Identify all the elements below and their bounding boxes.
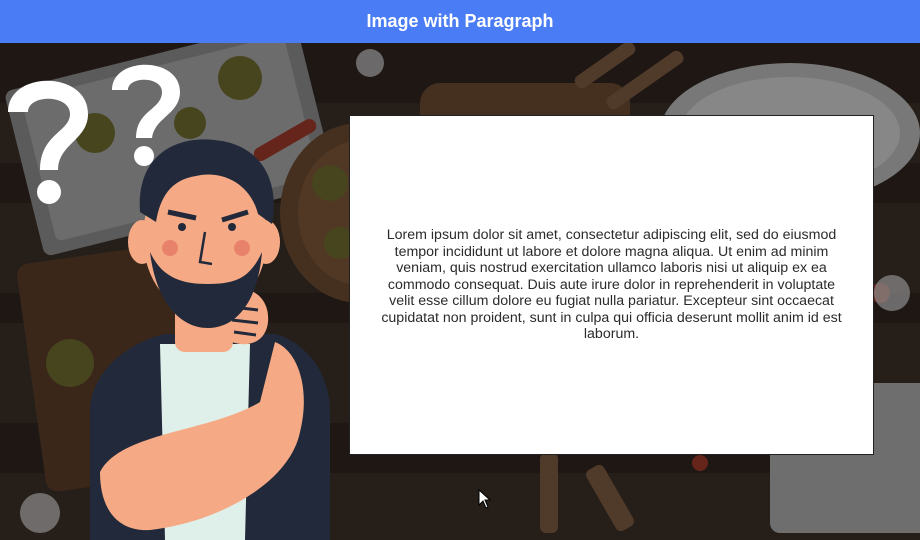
thinking-man-illustration bbox=[0, 52, 330, 540]
question-mark-icon bbox=[8, 80, 88, 204]
header-bar: Image with Paragraph bbox=[0, 0, 920, 43]
paragraph-card: Lorem ipsum dolor sit amet, consectetur … bbox=[349, 115, 874, 455]
mouse-cursor-icon bbox=[478, 488, 492, 509]
paragraph-text: Lorem ipsum dolor sit amet, consectetur … bbox=[381, 226, 842, 343]
page-title: Image with Paragraph bbox=[366, 11, 554, 31]
